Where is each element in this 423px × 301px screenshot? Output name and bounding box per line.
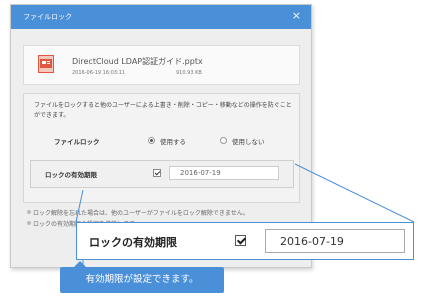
expiry-date-field[interactable]: 2016-07-19	[169, 166, 279, 180]
zoomed-expiry-row: ロックの有効期限 2016-07-19	[76, 222, 414, 260]
note-unlock-warning: ロック解除を忘れた場合は、他のユーザーがファイルをロック解除できません。	[27, 210, 249, 217]
file-size: 910.93 KB	[176, 70, 202, 76]
file-lock-label: ファイルロック	[54, 138, 100, 146]
radio-use-label[interactable]: 使用する	[160, 136, 186, 146]
lock-description: ファイルをロックすると他のユーザーによる上書き・削除・コピー・移動などの操作を防…	[34, 102, 292, 119]
close-icon[interactable]: ×	[292, 9, 301, 23]
radio-no-use-label[interactable]: 使用しない	[232, 136, 265, 146]
callout-tooltip: 有効期限が設定できます。	[60, 261, 224, 293]
zoom-expiry-checkbox[interactable]	[235, 235, 246, 246]
radio-use[interactable]	[148, 137, 155, 144]
file-date: 2016-06-19 16:03:11	[72, 70, 126, 76]
expiry-label: ロックの有効期限	[45, 171, 97, 179]
dialog-title: ファイルロック	[23, 13, 72, 21]
expiry-row: ロックの有効期限 2016-07-19	[30, 160, 294, 188]
expiry-checkbox[interactable]	[153, 169, 161, 177]
zoom-expiry-date-field[interactable]: 2016-07-19	[265, 229, 405, 253]
dialog-titlebar: ファイルロック ×	[11, 5, 311, 29]
radio-no-use[interactable]	[220, 137, 227, 144]
zoom-expiry-label: ロックの有効期限	[89, 236, 177, 249]
pptx-file-icon	[38, 55, 54, 73]
lock-settings-panel: ファイルをロックすると他のユーザーによる上書き・削除・コピー・移動などの操作を防…	[23, 93, 300, 203]
file-info-card: DirectCloud LDAP認証ガイド.pptx 2016-06-19 16…	[23, 45, 300, 85]
file-name: DirectCloud LDAP認証ガイド.pptx	[72, 57, 203, 66]
